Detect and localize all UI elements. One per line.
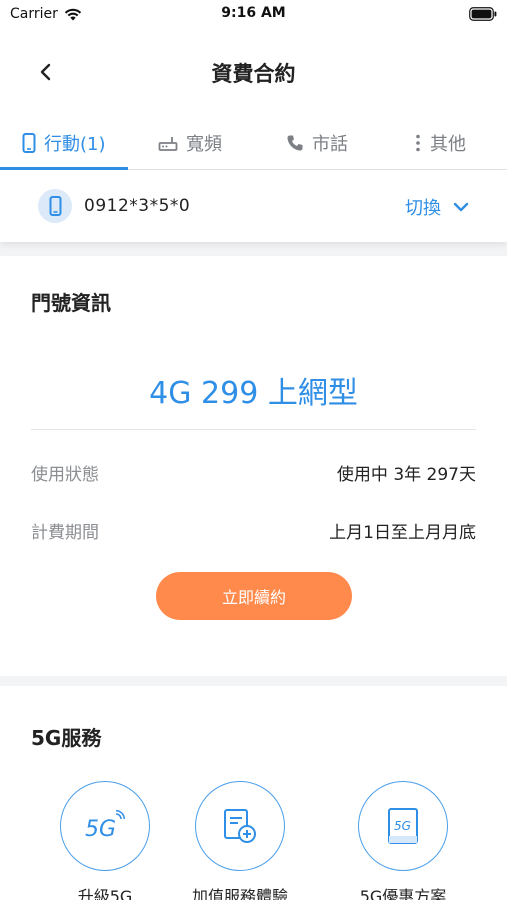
number-selector: 0912*3*5*0 切換: [0, 170, 507, 242]
tab-mobile[interactable]: 行動(1): [22, 116, 106, 170]
5g-plan-label: 5G優惠方案: [359, 887, 447, 900]
renew-contract-button[interactable]: 立即續約: [156, 572, 352, 620]
divider: [31, 429, 476, 430]
status-time: 9:16 AM: [221, 5, 286, 21]
telephone-icon: [287, 135, 303, 151]
5g-plan-circle: 5G: [358, 781, 448, 871]
number-info-title: 門號資訊: [31, 291, 111, 315]
usage-status-label: 使用狀態: [31, 465, 99, 485]
more-vertical-icon: [416, 134, 420, 152]
5g-plan-item[interactable]: 5G 5G優惠方案: [328, 781, 478, 900]
tab-other-label: 其他: [430, 134, 466, 155]
5g-upgrade-icon: 5G: [85, 810, 125, 842]
tab-landline[interactable]: 市話: [286, 116, 348, 170]
phone-avatar: [38, 189, 72, 223]
tab-other[interactable]: 其他: [414, 116, 466, 170]
plan-name: 4G 299 上網型: [149, 376, 358, 411]
upgrade-5g-item[interactable]: 5G 升級5G: [30, 781, 180, 900]
number-info-card: 門號資訊 4G 299 上網型 使用狀態 使用中 3年 297天 計費期間 上月…: [0, 256, 507, 676]
mobile-phone-icon: [49, 196, 61, 216]
tab-mobile-label: 行動(1): [44, 134, 106, 155]
service-tabs: 行動(1) 寬頻 市話 其他: [0, 116, 507, 170]
5g-plan-icon: 5G: [388, 808, 418, 844]
upgrade-5g-label: 升級5G: [77, 887, 133, 900]
phone-number: 0912*3*5*0: [84, 196, 191, 216]
svg-text:5G: 5G: [85, 817, 116, 842]
chevron-down-icon: [453, 202, 469, 212]
5g-services-card: 5G服務 5G 升級5G 加值服務體驗 5G 5G優惠方案: [0, 686, 507, 900]
billing-period-label: 計費期間: [31, 523, 99, 543]
value-added-service-item[interactable]: 加值服務體驗: [165, 781, 315, 900]
status-bar: Carrier 9:16 AM: [0, 0, 507, 28]
switch-label: 切換: [405, 198, 441, 219]
page-title: 資費合約: [211, 62, 296, 86]
switch-number-button[interactable]: 切換: [405, 194, 469, 220]
value-added-service-circle: [195, 781, 285, 871]
navigation-bar: 資費合約: [0, 28, 507, 116]
battery-icon: [469, 7, 497, 21]
router-icon: [158, 137, 178, 151]
tab-landline-label: 市話: [312, 134, 348, 155]
value-added-service-label: 加值服務體驗: [191, 887, 288, 900]
svg-text:5G: 5G: [394, 819, 411, 833]
tab-broadband[interactable]: 寬頻: [158, 116, 222, 170]
upgrade-5g-circle: 5G: [60, 781, 150, 871]
tab-broadband-label: 寬頻: [186, 134, 222, 155]
5g-services-title: 5G服務: [31, 726, 102, 750]
mobile-phone-icon: [22, 133, 36, 153]
billing-period-value: 上月1日至上月月底: [329, 523, 476, 543]
add-document-icon: [224, 809, 256, 843]
usage-status-value: 使用中 3年 297天: [336, 465, 476, 485]
